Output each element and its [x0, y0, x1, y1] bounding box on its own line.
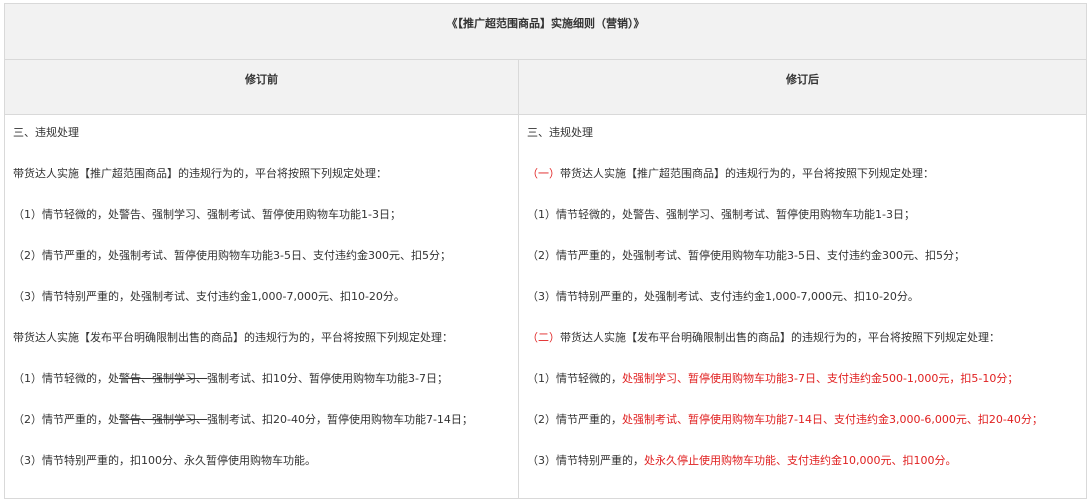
deleted-text: 警告、 [119, 372, 152, 385]
text-segment: （1）情节轻微的， [527, 372, 622, 385]
text-segment: 带货达人实施【推广超范围商品】的违规行为的，平台将按照下列规定处理： [560, 167, 934, 180]
content-row: 三、违规处理 带货达人实施【推广超范围商品】的违规行为的，平台将按照下列规定处理… [5, 115, 1086, 498]
header-before: 修订前 [5, 60, 519, 114]
revision-table: 《【推广超范围商品】实施细则（营销）》 修订前 修订后 三、违规处理 带货达人实… [4, 3, 1087, 499]
before-rule-1-item-2: （2）情节严重的，处强制考试、暂停使用购物车功能3-5日、支付违约金300元、扣… [13, 249, 451, 262]
before-rule-2-item-3: （3）情节特别严重的，扣100分、永久暂停使用购物车功能。 [13, 454, 316, 467]
added-text: （二） [527, 331, 560, 344]
before-rule-1-intro: 带货达人实施【推广超范围商品】的违规行为的，平台将按照下列规定处理： [13, 167, 387, 180]
header-row: 修订前 修订后 [5, 60, 1086, 115]
before-rule-2-intro: 带货达人实施【发布平台明确限制出售的商品】的违规行为的，平台将按照下列规定处理： [13, 331, 453, 344]
before-cell: 三、违规处理 带货达人实施【推广超范围商品】的违规行为的，平台将按照下列规定处理… [5, 115, 519, 498]
after-rule-2-item-3: （3）情节特别严重的，处永久停止使用购物车功能、支付违约金10,000元、扣10… [527, 454, 1082, 495]
text-segment: （2）情节严重的， [527, 413, 622, 426]
after-rule-1-item-2: （2）情节严重的，处强制考试、暂停使用购物车功能3-5日、支付违约金300元、扣… [527, 249, 965, 262]
before-section-heading: 三、违规处理 [13, 126, 79, 139]
deleted-text: 强制学习、 [152, 372, 207, 385]
after-rule-1-item-1: （1）情节轻微的，处警告、强制学习、强制考试、暂停使用购物车功能1-3日； [527, 208, 915, 221]
before-rule-1-item-1: （1）情节轻微的，处警告、强制学习、强制考试、暂停使用购物车功能1-3日； [13, 208, 401, 221]
after-cell: 三、违规处理 （一）带货达人实施【推广超范围商品】的违规行为的，平台将按照下列规… [519, 115, 1086, 498]
added-text: （一） [527, 167, 560, 180]
added-text: 处强制考试、暂停使用购物车功能7-14日、支付违约金3,000-6,000元、扣… [622, 413, 1043, 426]
added-text: 处永久停止使用购物车功能、支付违约金10,000元、扣100分。 [644, 454, 957, 467]
text-segment: （1）情节轻微的，处 [13, 372, 119, 385]
after-rule-2-item-1: （1）情节轻微的，处强制学习、暂停使用购物车功能3-7日、支付违约金500-1,… [527, 372, 1082, 413]
text-segment: （2）情节严重的，处 [13, 413, 119, 426]
after-rule-1-intro: （一）带货达人实施【推广超范围商品】的违规行为的，平台将按照下列规定处理： [527, 167, 1082, 208]
before-rule-2-item-1: （1）情节轻微的，处警告、强制学习、强制考试、扣10分、暂停使用购物车功能3-7… [13, 372, 514, 413]
before-rule-2-item-2: （2）情节严重的，处警告、强制学习、强制考试、扣20-40分，暂停使用购物车功能… [13, 413, 514, 454]
deleted-text: 警告、强制学习、 [119, 413, 207, 426]
header-after: 修订后 [786, 73, 819, 86]
text-segment: 带货达人实施【发布平台明确限制出售的商品】的违规行为的，平台将按照下列规定处理： [560, 331, 1000, 344]
added-text: 处强制学习、暂停使用购物车功能3-7日、支付违约金500-1,000元，扣5-1… [622, 372, 1019, 385]
after-section-heading: 三、违规处理 [527, 126, 593, 139]
before-rule-1-item-3: （3）情节特别严重的，处强制考试、支付违约金1,000-7,000元、扣10-2… [13, 290, 405, 303]
text-segment: 强制考试、扣20-40分，暂停使用购物车功能7-14日； [207, 413, 473, 426]
text-segment: 强制考试、扣10分、暂停使用购物车功能3-7日； [207, 372, 448, 385]
after-rule-2-item-2: （2）情节严重的，处强制考试、暂停使用购物车功能7-14日、支付违约金3,000… [527, 413, 1082, 454]
text-segment: （3）情节特别严重的， [527, 454, 644, 467]
after-rule-1-item-3: （3）情节特别严重的，处强制考试、支付违约金1,000-7,000元、扣10-2… [527, 290, 919, 303]
table-title: 《【推广超范围商品】实施细则（营销）》 [5, 4, 1086, 60]
after-rule-2-intro: （二）带货达人实施【发布平台明确限制出售的商品】的违规行为的，平台将按照下列规定… [527, 331, 1082, 372]
